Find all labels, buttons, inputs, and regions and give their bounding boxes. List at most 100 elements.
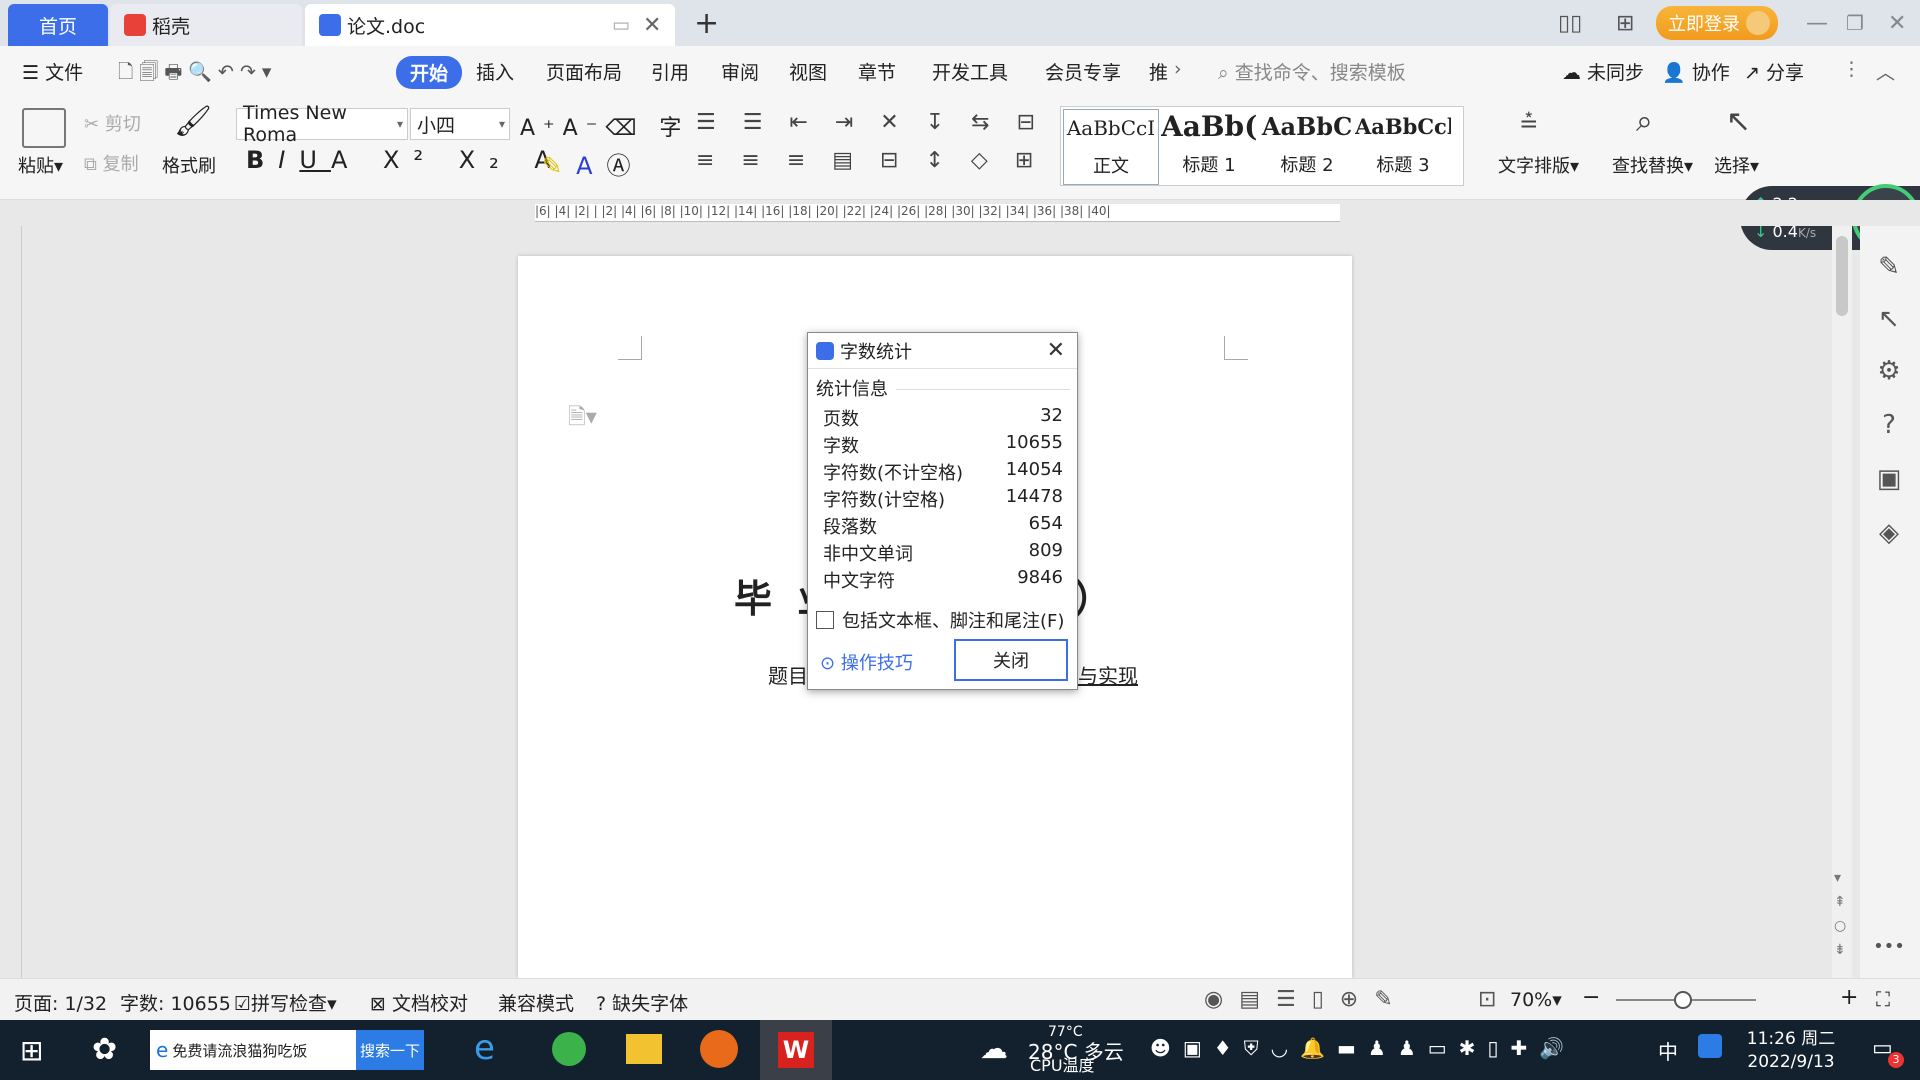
- zoom-slider-thumb[interactable]: [1674, 991, 1692, 1009]
- font-size-select[interactable]: 小四 ▾: [410, 108, 510, 140]
- compass-icon[interactable]: ◈: [1872, 518, 1906, 552]
- qq-browser-icon[interactable]: [1698, 1034, 1722, 1058]
- restore-button[interactable]: ❐: [1846, 0, 1864, 46]
- color-tools[interactable]: ✎AⒶ: [542, 146, 645, 181]
- copy-button[interactable]: ⧉ 复制: [84, 150, 139, 176]
- paste-icon[interactable]: [22, 108, 66, 148]
- clock-date[interactable]: 2022/9/13: [1746, 1052, 1836, 1072]
- menu-scroll-right-icon[interactable]: ›: [1174, 58, 1182, 80]
- menu-chapter[interactable]: 章节: [858, 58, 896, 85]
- font-name-select[interactable]: Times New Roma ▾: [236, 102, 408, 146]
- fit-page-icon[interactable]: ⊡: [1478, 987, 1496, 1012]
- sync-button[interactable]: ☁ 未同步: [1562, 58, 1644, 85]
- style-heading-3[interactable]: AaBbCcl 标题 3: [1355, 109, 1451, 185]
- font-size-tools[interactable]: A⁺A⁻⌫ 字: [520, 110, 689, 142]
- menu-more[interactable]: 推: [1149, 58, 1168, 85]
- more-icon[interactable]: ⋮: [1842, 58, 1861, 80]
- ruler-ticks[interactable]: |6| |4| |2| | |2| |4| |6| |8| |10| |12| …: [535, 204, 1340, 222]
- ime-indicator[interactable]: 中: [1658, 1036, 1678, 1065]
- share-button[interactable]: ↗ 分享: [1744, 58, 1804, 85]
- window-close-button[interactable]: ✕: [1888, 0, 1906, 46]
- tab-home[interactable]: 首页: [8, 4, 108, 46]
- zoom-out-button[interactable]: −: [1582, 985, 1600, 1010]
- file-menu[interactable]: ☰ 文件: [22, 58, 83, 85]
- find-replace-label: 查找替换: [1612, 156, 1684, 177]
- wps-icon: W: [778, 1032, 814, 1068]
- tab-document[interactable]: 论文.doc ▭ ✕: [305, 4, 675, 46]
- paragraph-tools-bottom[interactable]: ≡ ≡ ≡ ▤ ⊟ ↕ ◇ ⊞: [696, 148, 1043, 173]
- stat-label: 段落数: [823, 517, 877, 538]
- page-indicator[interactable]: 页面: 1/32: [14, 989, 107, 1016]
- browser-360-icon[interactable]: [552, 1032, 586, 1066]
- image-icon[interactable]: ▣: [1872, 464, 1906, 498]
- menu-references[interactable]: 引用: [651, 58, 689, 85]
- windows-start-icon[interactable]: ⊞: [20, 1034, 43, 1067]
- zoom-in-button[interactable]: +: [1840, 985, 1858, 1010]
- pen-icon[interactable]: ✎: [1872, 252, 1906, 286]
- style-normal[interactable]: AaBbCcI 正文: [1063, 109, 1159, 185]
- scroll-thumb[interactable]: [1836, 236, 1848, 316]
- pointer-icon[interactable]: ↖: [1872, 304, 1906, 338]
- style-heading-1[interactable]: AaBb(标题 1: [1161, 109, 1257, 185]
- collapse-ribbon-icon[interactable]: ︿: [1876, 58, 1895, 85]
- page-nav-icons[interactable]: ▾ ⇞ ○ ⇟: [1834, 866, 1846, 962]
- zoom-select[interactable]: 70%▾: [1510, 989, 1562, 1011]
- help-icon[interactable]: ?: [1872, 410, 1906, 444]
- menu-view[interactable]: 视图: [789, 58, 827, 85]
- quick-access-icons[interactable]: 🗋 🗐 🖶 🔍 ↶ ↷ ▾: [118, 58, 271, 90]
- vertical-scrollbar[interactable]: ▾ ⇞ ○ ⇟: [1832, 226, 1852, 978]
- doc-proof-button[interactable]: ⊠ 文档校对: [370, 989, 468, 1016]
- view-mode-icons[interactable]: ◉▤☰▯⊕✎: [1204, 987, 1409, 1012]
- menu-start[interactable]: 开始: [396, 56, 463, 89]
- command-search[interactable]: ⌕ 查找命令、搜索模板: [1218, 58, 1406, 85]
- collab-button[interactable]: 👤 协作: [1662, 58, 1730, 85]
- paste-button[interactable]: 粘贴▾: [18, 152, 63, 178]
- clock-time[interactable]: 11:26 周二: [1746, 1024, 1836, 1049]
- dialog-close-button[interactable]: 关闭: [954, 639, 1068, 681]
- menu-member[interactable]: 会员专享: [1045, 58, 1121, 85]
- app-launcher-icon[interactable]: ✿: [92, 1032, 117, 1067]
- dialog-close-icon[interactable]: ✕: [1047, 338, 1065, 363]
- word-count-indicator[interactable]: 字数: 10655: [120, 989, 231, 1016]
- menu-review[interactable]: 审阅: [721, 58, 759, 85]
- layout-icon[interactable]: ▯▯: [1558, 0, 1582, 46]
- spell-check-button[interactable]: ☑拼写检查▾: [234, 989, 337, 1016]
- menu-bar: ☰ 文件 🗋 🗐 🖶 🔍 ↶ ↷ ▾ 开始 插入 页面布局 引用 审阅 视图 章…: [0, 46, 1920, 100]
- more-options-icon[interactable]: •••: [1872, 936, 1906, 970]
- word-count-dialog: 字数统计 ✕ 统计信息 页数 32 字数 10655 字符数(不计空格) 14054 …: [807, 332, 1078, 690]
- tab-close-icon[interactable]: ✕: [643, 13, 661, 38]
- login-button[interactable]: 立即登录: [1656, 6, 1778, 40]
- checkbox-box[interactable]: [816, 611, 834, 629]
- sliders-icon[interactable]: ⚙: [1872, 356, 1906, 390]
- ie-browser-icon[interactable]: e: [474, 1028, 495, 1068]
- font-format-tools[interactable]: BIUA X² X₂ A: [246, 146, 565, 174]
- minimize-button[interactable]: —: [1806, 0, 1828, 46]
- taskbar-search-input[interactable]: e 免费请流浪猫狗吃饭: [150, 1030, 356, 1070]
- file-explorer-icon[interactable]: [626, 1034, 662, 1064]
- format-painter-button[interactable]: 格式刷: [162, 152, 216, 178]
- find-replace-button[interactable]: 查找替换▾: [1612, 152, 1693, 178]
- text-layout-button[interactable]: 文字排版▾: [1498, 152, 1579, 178]
- menu-page-layout[interactable]: 页面布局: [546, 58, 622, 85]
- dialog-titlebar[interactable]: 字数统计 ✕: [808, 333, 1077, 369]
- tab-daoke[interactable]: 稻壳: [110, 4, 302, 46]
- menu-insert[interactable]: 插入: [476, 58, 514, 85]
- taskbar: ⊞ ✿ e 免费请流浪猫狗吃饭 搜索一下 e W ☁ 28°C 多云 77°C C…: [0, 1020, 1920, 1080]
- include-textbox-checkbox[interactable]: 包括文本框、脚注和尾注(F): [816, 607, 1064, 633]
- new-tab-button[interactable]: +: [694, 6, 719, 41]
- taskbar-search-button[interactable]: 搜索一下: [356, 1030, 424, 1070]
- paragraph-options-icon[interactable]: 🗎▾: [568, 400, 597, 438]
- tips-link[interactable]: ⊙ 操作技巧: [820, 649, 913, 675]
- fullscreen-icon[interactable]: ⛶: [1876, 987, 1890, 1011]
- apps-grid-icon[interactable]: ⊞: [1616, 0, 1634, 46]
- missing-font-button[interactable]: ? 缺失字体: [596, 989, 688, 1016]
- menu-developer[interactable]: 开发工具: [932, 58, 1008, 85]
- select-button[interactable]: 选择▾: [1714, 152, 1759, 178]
- paragraph-tools-top[interactable]: ☰ ☰ ⇤ ⇥ ✕ ↧ ⇆ ⊟: [696, 110, 1045, 135]
- system-tray-icons[interactable]: ☻▣♦⛨◡🔔▬♟♟▭✱▯✚🔊: [1150, 1036, 1576, 1060]
- tab-monitor-icon[interactable]: ▭: [612, 14, 630, 36]
- style-heading-2[interactable]: AaBbC 标题 2: [1259, 109, 1355, 185]
- app-orange-icon[interactable]: [700, 1030, 738, 1068]
- cut-button[interactable]: ✂ 剪切: [84, 110, 141, 136]
- wps-taskbar-active[interactable]: W: [760, 1020, 832, 1080]
